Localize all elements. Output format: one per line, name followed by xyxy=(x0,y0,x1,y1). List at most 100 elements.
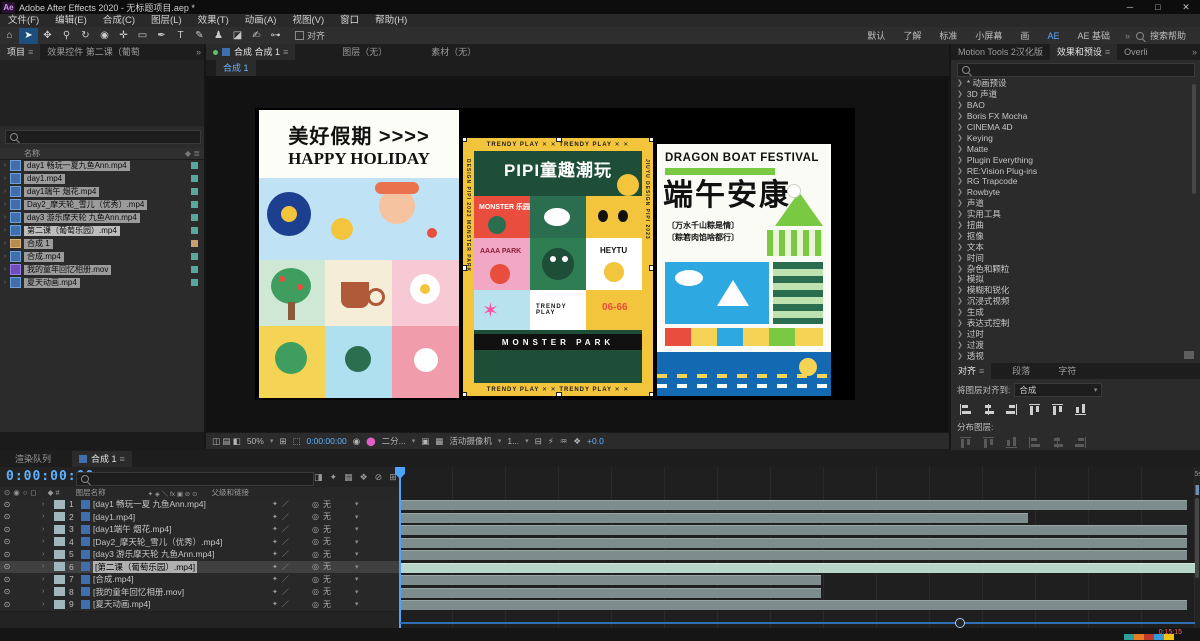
layer-name[interactable]: [夏天动画.mp4] xyxy=(93,598,151,610)
timeline-layer-row[interactable]: ⊙ › 4 [Day2_摩天轮_雪儿（优秀）.mp4] ✦／ ◎ 无 ▾ xyxy=(0,535,400,549)
pickwhip-icon[interactable]: ◎ xyxy=(312,537,319,546)
magnification-icons[interactable]: ◫ ▤ ◧ xyxy=(212,436,241,447)
tool-button[interactable]: ↻ xyxy=(76,28,95,44)
item-name[interactable]: day3 游乐摩天轮 九鱼Ann.mp4 xyxy=(24,212,140,223)
selection-handle[interactable] xyxy=(556,392,562,396)
effects-category-row[interactable]: ❯ 模糊和锐化 xyxy=(951,285,1200,296)
disclosure-arrow-icon[interactable]: ❯ xyxy=(957,265,963,273)
align-button[interactable] xyxy=(959,404,972,415)
effects-category-row[interactable]: ❯ 过时 xyxy=(951,328,1200,339)
disclosure-arrow-icon[interactable]: ❯ xyxy=(957,308,963,316)
hide-shy-icon[interactable]: ▦ xyxy=(344,472,353,483)
layer-color-chip[interactable] xyxy=(54,537,65,547)
menu-item[interactable]: 图层(L) xyxy=(143,14,190,27)
timeline-layer-row[interactable]: ⊙ › 5 [day3 游乐摩天轮 九鱼Ann.mp4] ✦／ ◎ 无 ▾ xyxy=(0,548,400,562)
label-color-chip[interactable] xyxy=(191,201,198,208)
menu-item[interactable]: 编辑(E) xyxy=(47,14,95,27)
layer-switches[interactable]: ✦／ xyxy=(272,562,312,572)
composition-viewer[interactable]: 美好假期 >>>> HAPPY HOLIDAY TRENDY PLAY ✕ ✕ … xyxy=(206,76,949,432)
tab-overflow-icon[interactable]: » xyxy=(1192,47,1197,57)
align-button[interactable] xyxy=(1052,403,1063,416)
minimize-button[interactable]: ─ xyxy=(1116,0,1144,14)
distribute-button[interactable] xyxy=(1006,436,1017,449)
parent-link-cell[interactable]: ◎ 无 ▾ xyxy=(312,586,400,597)
tab-character[interactable]: 字符 xyxy=(1051,363,1083,379)
mini-flowchart-icon[interactable]: ◨ xyxy=(314,472,323,483)
column-layer-name[interactable]: 图层名称 xyxy=(76,487,106,498)
effects-search-input[interactable] xyxy=(957,63,1195,77)
layer-duration-bar[interactable] xyxy=(400,537,1188,548)
label-column-icon[interactable]: ◆ ≣ xyxy=(185,149,200,158)
disclosure-arrow-icon[interactable]: ❯ xyxy=(957,243,963,251)
layer-color-chip[interactable] xyxy=(54,549,65,559)
selection-handle[interactable] xyxy=(649,392,653,396)
effects-category-row[interactable]: ❯ Rowbyte xyxy=(951,187,1200,198)
pickwhip-icon[interactable]: ◎ xyxy=(312,512,319,521)
eye-icon[interactable]: ⊙ xyxy=(0,537,14,546)
layer-duration-bar[interactable] xyxy=(400,575,822,585)
distribute-button[interactable] xyxy=(983,436,994,449)
disclosure-arrow-icon[interactable]: ❯ xyxy=(957,254,963,262)
pickwhip-icon[interactable]: ◎ xyxy=(312,600,319,609)
tool-button[interactable]: ✍ xyxy=(247,28,266,44)
effects-category-row[interactable]: ❯ 表达式控制 xyxy=(951,318,1200,329)
effects-category-row[interactable]: ❯ Keying xyxy=(951,132,1200,143)
layer-color-chip[interactable] xyxy=(54,512,65,522)
eye-icon[interactable]: ⊙ xyxy=(0,525,14,534)
disclosure-arrow-icon[interactable]: ❯ xyxy=(957,232,963,240)
selection-handle[interactable] xyxy=(649,138,653,142)
tab-align[interactable]: 对齐 ≡ xyxy=(951,363,992,379)
project-search-input[interactable] xyxy=(5,130,201,144)
tab-timeline-comp[interactable]: 合成 1 ≡ xyxy=(72,450,132,467)
timeline-horizontal-scrollbar[interactable] xyxy=(400,618,1195,628)
disclosure-arrow-icon[interactable]: ❯ xyxy=(957,101,963,109)
panel-divider[interactable] xyxy=(949,44,951,448)
item-name[interactable]: 我的童年回忆相册.mov xyxy=(24,264,112,275)
effects-category-row[interactable]: ❯ 实用工具 xyxy=(951,209,1200,220)
layer-duration-bar[interactable] xyxy=(400,500,1188,510)
tool-button[interactable]: T xyxy=(171,28,190,44)
item-name[interactable]: 合成 1 xyxy=(24,238,53,249)
tool-button[interactable]: ◪ xyxy=(228,28,247,44)
tool-button[interactable]: ✎ xyxy=(190,28,209,44)
menu-item[interactable]: 窗口 xyxy=(332,14,367,27)
switches-column-icons[interactable]: ✦ ◈ ＼ fx ▣ ⊘ ⊙ xyxy=(148,488,198,498)
panel-divider[interactable] xyxy=(204,44,206,448)
tab-overflow-icon[interactable]: » xyxy=(196,47,201,57)
layer-duration-bar[interactable] xyxy=(400,587,822,598)
scroll-handle[interactable] xyxy=(955,618,965,628)
twirl-icon[interactable]: › xyxy=(42,513,54,520)
twirl-icon[interactable]: › xyxy=(42,563,54,570)
item-name[interactable]: 夏天动画.mp4 xyxy=(24,277,80,288)
project-item-row[interactable]: › 夏天动画.mp4 xyxy=(0,276,204,289)
disclosure-arrow-icon[interactable]: ❯ xyxy=(957,286,963,294)
search-help[interactable]: 搜索帮助 xyxy=(1150,29,1186,42)
layer-bars-area[interactable] xyxy=(400,467,1195,628)
layer-name[interactable]: [我的童年回忆相册.mov] xyxy=(93,586,184,598)
tool-button[interactable]: ◉ xyxy=(95,28,114,44)
effects-category-row[interactable]: ❯ Plugin Everything xyxy=(951,154,1200,165)
layer-switches[interactable]: ✦／ xyxy=(272,524,312,534)
effects-category-row[interactable]: ❯ 透视 xyxy=(951,350,1200,361)
playhead-line[interactable] xyxy=(399,467,401,628)
twirl-icon[interactable]: › xyxy=(42,501,54,508)
disclosure-arrow-icon[interactable]: ❯ xyxy=(957,352,963,360)
layer-name[interactable]: [day1.mp4] xyxy=(93,512,135,522)
effects-category-row[interactable]: ❯ 抠像 xyxy=(951,230,1200,241)
twirl-icon[interactable]: › xyxy=(42,538,54,545)
timeline-layer-row[interactable]: ⊙ › 6 [第二课（葡萄乐园）.mp4] ✦／ ◎ 无 ▾ xyxy=(0,560,400,574)
twirl-icon[interactable]: › xyxy=(42,551,54,558)
workspace-item[interactable]: 小屏幕 xyxy=(966,29,1011,42)
disclosure-arrow-icon[interactable]: ❯ xyxy=(957,319,963,327)
close-button[interactable]: ✕ xyxy=(1172,0,1200,14)
effects-category-row[interactable]: ❯ RE:Vision Plug-ins xyxy=(951,165,1200,176)
pickwhip-icon[interactable]: ◎ xyxy=(312,575,319,584)
parent-link-cell[interactable]: ◎ 无 ▾ xyxy=(312,561,400,572)
effects-scrollbar[interactable] xyxy=(1192,84,1196,194)
tool-button[interactable]: ▭ xyxy=(133,28,152,44)
layer-name[interactable]: [day1 畅玩一夏 九鱼Ann.mp4] xyxy=(93,498,206,510)
fast-previews-icon[interactable]: ⚡ xyxy=(548,436,554,447)
workspace-item[interactable]: 默认 xyxy=(858,29,894,42)
layer-switches[interactable]: ✦／ xyxy=(272,512,312,522)
poster-pipi-trendy-play[interactable]: TRENDY PLAY ✕ ✕ TRENDY PLAY ✕ ✕ PIPI童趣潮玩… xyxy=(463,138,653,396)
